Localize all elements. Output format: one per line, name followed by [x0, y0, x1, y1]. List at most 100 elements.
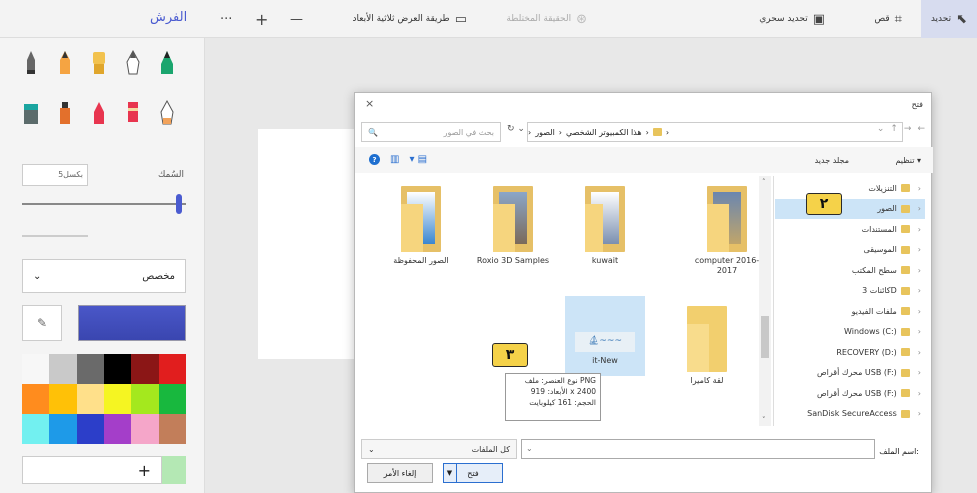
calligraphy-pen-brush[interactable]: [56, 50, 74, 76]
help-icon[interactable]: ?: [369, 154, 380, 165]
palette-swatch[interactable]: [49, 384, 77, 414]
crayon-brush[interactable]: [90, 100, 108, 126]
chevron-down-icon: ⌄: [526, 444, 533, 453]
expand-arrow-icon[interactable]: ›: [918, 204, 921, 213]
filetype-select[interactable]: ⌄ كل الملفات: [361, 439, 517, 459]
back-arrow-icon[interactable]: ←: [917, 124, 925, 134]
expand-arrow-icon[interactable]: ›: [918, 286, 921, 295]
expand-arrow-icon[interactable]: ›: [918, 389, 921, 398]
more-button[interactable]: ···: [220, 0, 232, 38]
opacity-slider-track[interactable]: [22, 235, 88, 237]
thickness-slider-track[interactable]: [22, 203, 186, 205]
canvas[interactable]: [258, 129, 358, 359]
thickness-input[interactable]: 5بكسل: [22, 164, 88, 186]
palette-swatch[interactable]: [131, 384, 159, 414]
fill-bucket-brush[interactable]: [22, 100, 40, 126]
nav-item[interactable]: RECOVERY (D:) ›: [775, 342, 925, 362]
organize-label: تنظيم: [895, 156, 915, 165]
nav-item[interactable]: كائنات 3D ›: [775, 281, 925, 301]
expand-arrow-icon[interactable]: ›: [918, 245, 921, 254]
current-color-swatch[interactable]: [78, 305, 186, 341]
organize-button[interactable]: تنظيم ▾: [895, 156, 921, 165]
forward-arrow-icon[interactable]: →: [904, 124, 912, 134]
eraser-brush[interactable]: [158, 99, 176, 126]
palette-swatch[interactable]: [104, 414, 132, 444]
cancel-button[interactable]: إلغاء الأمر: [367, 463, 433, 483]
nav-item[interactable]: سطح المكتب ›: [775, 260, 925, 280]
nav-item[interactable]: SanDisk SecureAccess ›: [775, 404, 925, 424]
file-item-selected[interactable]: ⛵︎~~~ it-New: [565, 296, 645, 376]
added-color-swatch[interactable]: [162, 456, 186, 484]
spray-can-brush[interactable]: [56, 100, 74, 126]
nav-item[interactable]: Windows (C:) ›: [775, 322, 925, 342]
nav-item[interactable]: محرك أقراص USB (F:) ›: [775, 383, 925, 403]
select-button[interactable]: تحديد ⬉: [920, 0, 977, 38]
file-item[interactable]: kuwait: [565, 186, 645, 266]
change-view-icon[interactable]: ▾ ▤: [409, 154, 427, 165]
breadcrumb-item[interactable]: هذا الكمبيوتر الشخصي: [566, 128, 642, 137]
new-folder-button[interactable]: مجلد جديد: [815, 156, 849, 165]
zoom-in-button[interactable]: +: [255, 0, 268, 38]
nav-item[interactable]: الموسيقى ›: [775, 240, 925, 260]
preview-pane-icon[interactable]: ▥: [390, 154, 399, 165]
eyedropper-button[interactable]: ✎: [22, 305, 62, 341]
palette-swatch[interactable]: [49, 354, 77, 384]
watercolor-brush[interactable]: [124, 49, 142, 76]
expand-arrow-icon[interactable]: ›: [918, 409, 921, 418]
expand-arrow-icon[interactable]: ›: [918, 184, 921, 193]
filetype-value: كل الملفات: [471, 444, 510, 454]
file-item[interactable]: الصور المحفوظة: [381, 186, 461, 266]
palette-swatch[interactable]: [49, 414, 77, 444]
palette-swatch[interactable]: [158, 384, 186, 414]
magic-select-button[interactable]: تحديد سحري ▣: [759, 0, 825, 38]
view-3d-button[interactable]: طريقة العرض ثلاثية الأبعاد ▭: [353, 0, 467, 38]
palette-swatch[interactable]: [22, 354, 50, 384]
palette-swatch[interactable]: [131, 354, 159, 384]
close-icon[interactable]: ×: [365, 97, 374, 110]
address-bar[interactable]: ‹ ‹ هذا الكمبيوتر الشخصي ‹ الصور ‹: [527, 122, 903, 142]
expand-arrow-icon[interactable]: ›: [918, 307, 921, 316]
file-item[interactable]: Roxio 3D Samples: [473, 186, 553, 266]
vertical-scrollbar[interactable]: ˄ ˅: [759, 176, 771, 426]
nav-item[interactable]: الصور ›: [775, 198, 925, 219]
scrollbar-thumb[interactable]: [761, 316, 769, 358]
add-color-button[interactable]: +: [22, 456, 162, 484]
crop-button[interactable]: قص ⌗: [874, 0, 902, 38]
search-box[interactable]: 🔍 بحث في الصور: [361, 122, 501, 142]
breadcrumb-item[interactable]: الصور: [535, 128, 555, 137]
palette-swatch[interactable]: [22, 414, 50, 444]
nav-item[interactable]: التنزيلات ›: [775, 178, 925, 198]
palette-swatch[interactable]: [104, 384, 132, 414]
palette-swatch[interactable]: [131, 414, 159, 444]
expand-arrow-icon[interactable]: ›: [918, 348, 921, 357]
oil-brush[interactable]: [90, 50, 108, 76]
pencil-brush[interactable]: [124, 100, 142, 126]
expand-arrow-icon[interactable]: ›: [918, 266, 921, 275]
expand-arrow-icon[interactable]: ›: [918, 368, 921, 377]
custom-dropdown[interactable]: ⌄ مخصص: [22, 259, 186, 293]
scroll-down-icon[interactable]: ˅: [762, 416, 766, 424]
palette-swatch[interactable]: [104, 354, 132, 384]
palette-swatch[interactable]: [158, 414, 186, 444]
file-item[interactable]: لقة كاميرا: [667, 306, 747, 386]
nav-item[interactable]: ملفات الفيديو ›: [775, 301, 925, 321]
filename-input[interactable]: ⌄: [521, 439, 875, 459]
marker-brush[interactable]: [22, 50, 40, 76]
palette-swatch[interactable]: [76, 354, 104, 384]
pixel-pen-brush[interactable]: [158, 50, 176, 76]
palette-swatch[interactable]: [158, 354, 186, 384]
thickness-slider-thumb[interactable]: [176, 194, 182, 214]
nav-item[interactable]: محرك أقراص USB (F:) ›: [775, 363, 925, 383]
scroll-up-icon[interactable]: ˄: [762, 178, 766, 186]
palette-swatch[interactable]: [76, 384, 104, 414]
mixed-reality-button[interactable]: الحقيقة المختلطة ⊛: [506, 0, 587, 38]
open-dropdown-icon[interactable]: ▼: [443, 463, 457, 483]
refresh-icon[interactable]: ↻ ⌄: [507, 124, 525, 134]
palette-swatch[interactable]: [22, 384, 50, 414]
nav-item[interactable]: المستندات ›: [775, 219, 925, 239]
zoom-out-button[interactable]: —: [290, 0, 303, 38]
palette-swatch[interactable]: [76, 414, 104, 444]
file-item[interactable]: computer 2016-2017: [687, 186, 767, 277]
expand-arrow-icon[interactable]: ›: [918, 225, 921, 234]
expand-arrow-icon[interactable]: ›: [918, 327, 921, 336]
